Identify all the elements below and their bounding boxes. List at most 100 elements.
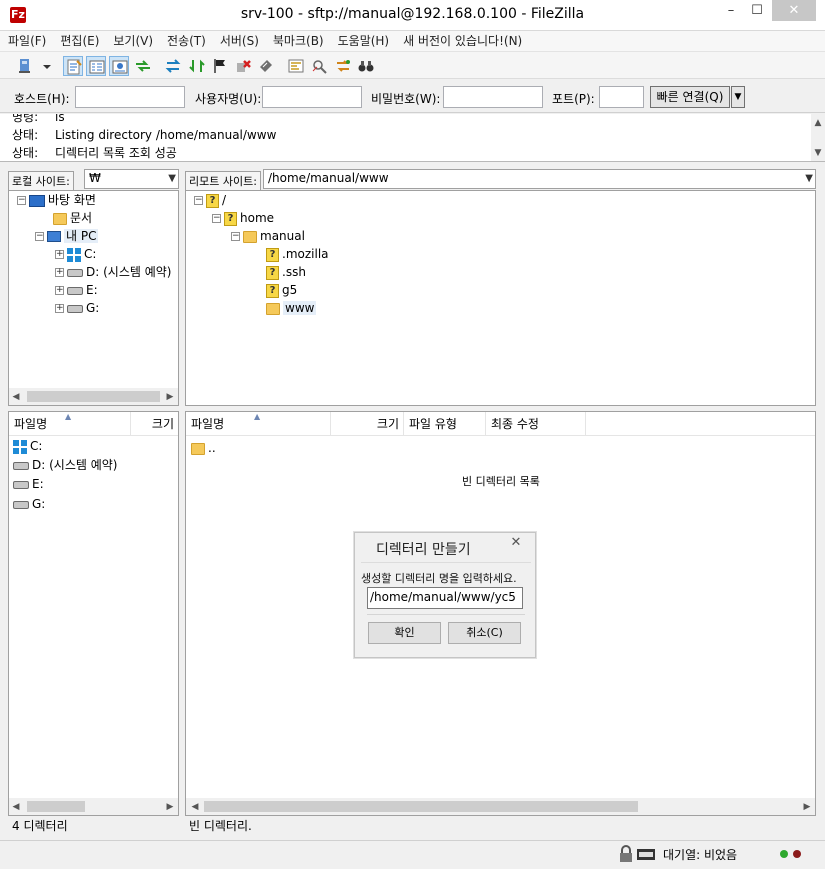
local-file-list[interactable]: 파일명 ▲ 크기 C: D: (시스템 예약) E: G: ◀ ▶	[8, 411, 179, 816]
refresh-icon[interactable]	[163, 56, 183, 76]
cancel-button[interactable]: 취소(C)	[448, 622, 521, 644]
host-input[interactable]	[75, 86, 185, 108]
menu-help[interactable]: 도움말(H)	[330, 31, 396, 51]
local-tree-hscrollbar[interactable]: ◀ ▶	[9, 388, 178, 405]
sort-ascending-icon: ▲	[65, 412, 72, 421]
chevron-up-icon[interactable]: ▲	[811, 116, 825, 130]
folder-icon	[266, 302, 280, 315]
collapse-icon[interactable]: −	[17, 196, 26, 205]
list-item[interactable]: C:	[13, 437, 42, 456]
chevron-down-icon[interactable]: ▼	[168, 173, 176, 184]
tree-item-www[interactable]: www	[266, 299, 317, 317]
dropdown-arrow-icon[interactable]	[37, 56, 51, 76]
local-list-hscrollbar[interactable]: ◀ ▶	[9, 798, 178, 815]
list-item[interactable]: D: (시스템 예약)	[13, 456, 117, 475]
column-header-modified[interactable]: 최종 수정	[486, 412, 586, 436]
disconnect-icon[interactable]	[233, 56, 253, 76]
dialog-close-button[interactable]: ✕	[501, 533, 531, 552]
column-header-filename[interactable]: 파일명 ▲	[9, 412, 131, 436]
toolbar	[0, 51, 825, 79]
menu-edit[interactable]: 편집(E)	[52, 31, 105, 51]
tree-item-drive-d[interactable]: + D: (시스템 예약)	[55, 263, 171, 281]
expand-icon[interactable]: +	[55, 250, 64, 259]
search-icon[interactable]	[356, 56, 376, 76]
remote-tree-pane[interactable]: −? / −? home − manual ? .mozilla ? .ssh ? g5 w…	[185, 190, 816, 406]
toggle-local-tree-icon[interactable]	[86, 56, 106, 76]
local-site-path-input[interactable]: ₩ ▼	[84, 169, 179, 189]
column-header-size[interactable]: 크기	[331, 412, 404, 436]
remote-site-path-input[interactable]: /home/manual/www ▼	[263, 169, 816, 189]
toggle-log-icon[interactable]	[63, 56, 83, 76]
menu-new-version[interactable]: 새 버전이 있습니다!(N)	[395, 31, 528, 51]
scroll-thumb[interactable]	[27, 801, 85, 812]
menu-transfer[interactable]: 전송(T)	[159, 31, 212, 51]
local-tree-pane[interactable]: − 바탕 화면 문서 − 내 PC + C: + D: (시스템 예약) + E: + G:…	[8, 190, 179, 406]
column-header-filename[interactable]: 파일명 ▲	[186, 412, 331, 436]
remote-list-header: 파일명 ▲ 크기 파일 유형 최종 수정	[186, 412, 815, 436]
menu-bookmarks[interactable]: 북마크(B)	[265, 31, 330, 51]
collapse-icon[interactable]: −	[231, 232, 240, 241]
close-window-button[interactable]: ✕	[772, 0, 816, 21]
expand-icon[interactable]: +	[55, 268, 64, 277]
list-item[interactable]: E:	[13, 475, 44, 494]
menu-view[interactable]: 보기(V)	[105, 31, 159, 51]
chevron-left-icon[interactable]: ◀	[9, 800, 23, 814]
menu-file[interactable]: 파일(F)	[0, 31, 52, 51]
chevron-down-icon[interactable]: ▼	[811, 146, 825, 160]
tree-item-drive-g[interactable]: + G:	[55, 299, 99, 317]
directory-name-input[interactable]: /home/manual/www/yc5	[367, 587, 523, 609]
chevron-down-icon[interactable]: ▼	[805, 173, 813, 184]
maximize-button[interactable]: ☐	[744, 0, 770, 21]
tree-item-ssh[interactable]: ? .ssh	[266, 263, 306, 281]
menu-server[interactable]: 서버(S)	[212, 31, 265, 51]
remote-list-hscrollbar[interactable]: ◀ ▶	[186, 798, 815, 815]
tree-item-drive-c[interactable]: + C:	[55, 245, 96, 263]
chevron-right-icon[interactable]: ▶	[163, 800, 177, 814]
tree-item-drive-e[interactable]: + E:	[55, 281, 98, 299]
process-queue-icon[interactable]	[187, 56, 207, 76]
cancel-icon[interactable]	[210, 56, 230, 76]
toggle-remote-tree-icon[interactable]	[109, 56, 129, 76]
dialog-title: 디렉터리 만들기	[376, 542, 471, 558]
activity-led-icon	[793, 850, 801, 858]
list-item[interactable]: G:	[13, 495, 45, 514]
reconnect-icon[interactable]	[256, 56, 276, 76]
chevron-right-icon[interactable]: ▶	[800, 800, 814, 814]
chevron-left-icon[interactable]: ◀	[188, 800, 202, 814]
toggle-queue-icon[interactable]	[133, 56, 153, 76]
expand-icon[interactable]: +	[55, 286, 64, 295]
password-input[interactable]	[443, 86, 543, 108]
tree-item-desktop[interactable]: − 바탕 화면	[17, 191, 96, 209]
sync-browse-icon[interactable]	[333, 56, 353, 76]
tree-item-my-pc[interactable]: − 내 PC	[35, 227, 99, 245]
list-item-parent-dir[interactable]: ..	[191, 439, 216, 458]
expand-icon[interactable]: +	[55, 304, 64, 313]
collapse-icon[interactable]: −	[194, 196, 203, 205]
column-header-size[interactable]: 크기	[131, 412, 178, 436]
message-log[interactable]: 명령: ls 상태: Listing directory /home/manual/…	[0, 114, 825, 162]
username-input[interactable]	[262, 86, 362, 108]
scroll-thumb[interactable]	[27, 391, 160, 402]
collapse-icon[interactable]: −	[212, 214, 221, 223]
ok-button[interactable]: 확인	[368, 622, 441, 644]
compare-icon[interactable]	[309, 56, 329, 76]
chevron-right-icon[interactable]: ▶	[163, 390, 177, 404]
quickconnect-button[interactable]: 빠른 연결(Q)	[650, 86, 730, 108]
port-input[interactable]	[599, 86, 644, 108]
quickconnect-dropdown-button[interactable]: ▼	[731, 86, 745, 108]
tree-item-g5[interactable]: ? g5	[266, 281, 297, 299]
column-header-filetype[interactable]: 파일 유형	[404, 412, 486, 436]
chevron-left-icon[interactable]: ◀	[9, 390, 23, 404]
filter-icon[interactable]	[286, 56, 306, 76]
log-scrollbar[interactable]: ▲ ▼	[811, 114, 825, 161]
tree-item-manual[interactable]: − manual	[231, 227, 305, 245]
sort-ascending-icon: ▲	[254, 412, 261, 421]
scroll-thumb[interactable]	[204, 801, 638, 812]
minimize-button[interactable]: –	[718, 0, 744, 21]
tree-item-root[interactable]: −? /	[194, 191, 226, 209]
tree-item-documents[interactable]: 문서	[53, 209, 92, 227]
tree-item-mozilla[interactable]: ? .mozilla	[266, 245, 329, 263]
site-manager-icon[interactable]	[16, 56, 36, 76]
tree-item-home[interactable]: −? home	[212, 209, 274, 227]
collapse-icon[interactable]: −	[35, 232, 44, 241]
